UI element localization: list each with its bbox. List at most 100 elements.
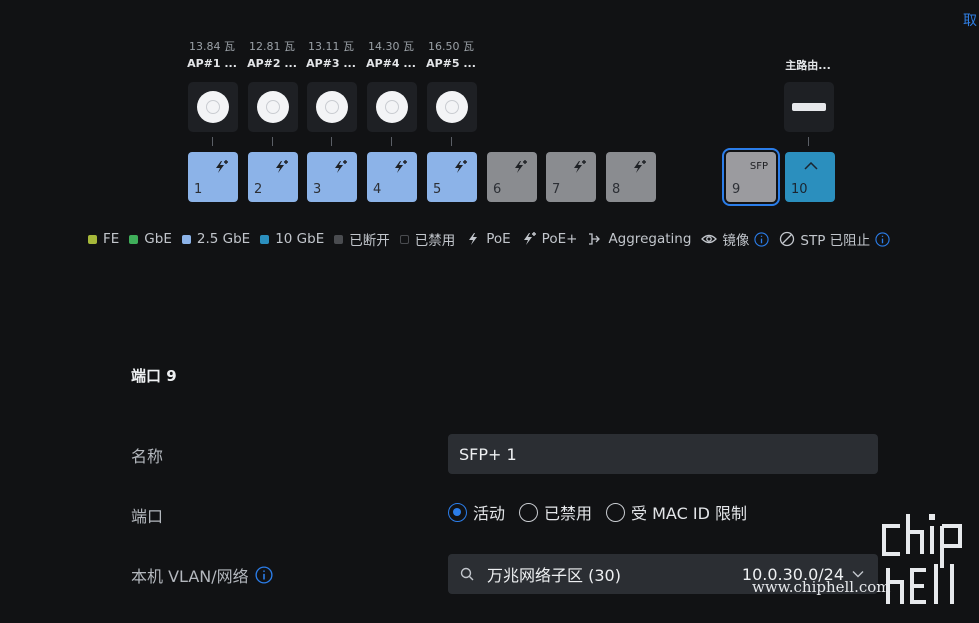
port-number: 7: [552, 182, 561, 197]
port-1[interactable]: 1: [188, 152, 238, 202]
link-line: [212, 137, 213, 146]
ap5-power: 16.50 瓦: [428, 40, 474, 53]
port-10-uplink[interactable]: 10: [785, 152, 835, 202]
access-point-icon: [436, 91, 468, 123]
port-7[interactable]: 7: [546, 152, 596, 202]
vlan-label: 本机 VLAN/网络: [131, 563, 273, 587]
legend-disconnected: 已断开: [334, 229, 390, 249]
legend-stp-blocked: STP 已阻止: [779, 229, 890, 249]
gbe-swatch: [129, 234, 139, 244]
radio-circle: [519, 502, 539, 522]
ap5-device[interactable]: [427, 82, 477, 132]
ap2-power: 12.81 瓦: [249, 40, 295, 53]
legend-poe: PoE: [465, 231, 511, 247]
link-line: [451, 137, 452, 146]
access-point-icon: [197, 91, 229, 123]
ap2-device[interactable]: [248, 82, 298, 132]
access-point-icon: [376, 91, 408, 123]
blocked-icon: [780, 231, 795, 247]
radio-active[interactable]: 活动: [448, 500, 505, 524]
access-point-icon: [316, 91, 348, 123]
port-settings-title: 端口 9: [131, 367, 177, 385]
fe-swatch: [88, 234, 97, 244]
poe-plus-icon: [395, 160, 407, 173]
legend-fe: FE: [88, 231, 119, 247]
ap5-name: AP#5 ...: [426, 57, 476, 70]
legend-disabled: 已禁用: [399, 229, 455, 249]
port-2[interactable]: 2: [248, 152, 298, 202]
ap1-name: AP#1 ...: [187, 57, 237, 70]
port-number: 4: [373, 182, 382, 197]
info-icon[interactable]: [255, 566, 273, 584]
port-number: 1: [194, 182, 203, 197]
port-state-radio-group: 活动 已禁用 受 MAC ID 限制: [448, 500, 761, 524]
sfp-label: SFP: [749, 161, 768, 172]
poe-icon: [469, 233, 478, 245]
legend-10gbe: 10 GbE: [260, 231, 324, 247]
aggregating-icon: [589, 233, 601, 245]
ap2-name: AP#2 ...: [247, 57, 297, 70]
port-8[interactable]: 8: [606, 152, 656, 202]
name-label: 名称: [131, 447, 164, 466]
legend-mirror: 镜像: [701, 229, 770, 249]
legend-2-5gbe: 2.5 GbE: [181, 231, 250, 247]
10gbe-swatch: [260, 234, 270, 244]
poe-plus-icon: [574, 160, 586, 173]
vlan-network-name: 万兆网络子区 (30): [487, 566, 621, 585]
poe-plus-icon: [523, 232, 536, 245]
ap3-name: AP#3 ...: [306, 57, 356, 70]
ap3-power: 13.11 瓦: [308, 40, 354, 53]
disconnected-swatch: [334, 234, 344, 244]
port-6[interactable]: 6: [487, 152, 537, 202]
chiphell-logo: [882, 514, 962, 604]
radio-circle: [448, 502, 467, 522]
port-number: 9: [732, 182, 741, 197]
port-number: 2: [254, 182, 263, 197]
cancel-link[interactable]: 取: [963, 10, 977, 30]
poe-plus-icon: [455, 160, 467, 173]
search-icon: [460, 567, 474, 581]
port-3[interactable]: 3: [307, 152, 357, 202]
poe-plus-icon: [335, 160, 347, 173]
link-line: [331, 137, 332, 146]
chevron-down-icon: [852, 571, 864, 578]
port-label: 端口: [131, 507, 164, 526]
port-name-field[interactable]: SFP+ 1: [448, 434, 878, 474]
legend-poe-plus: PoE+: [521, 231, 577, 247]
ap4-name: AP#4 ...: [366, 57, 416, 70]
port-number: 10: [791, 182, 808, 197]
poe-plus-icon: [276, 160, 288, 173]
router-icon: [792, 103, 826, 111]
radio-disabled[interactable]: 已禁用: [519, 500, 592, 524]
router-name: 主路由...: [785, 59, 831, 72]
watermark-url: www.chiphell.com: [752, 578, 891, 596]
ap1-device[interactable]: [188, 82, 238, 132]
port-4[interactable]: 4: [367, 152, 417, 202]
poe-plus-icon: [634, 160, 646, 173]
port-number: 6: [493, 182, 502, 197]
link-line: [391, 137, 392, 146]
2-5gbe-swatch: [181, 234, 191, 244]
port-5[interactable]: 5: [427, 152, 477, 202]
link-line: [272, 137, 273, 146]
ap3-device[interactable]: [307, 82, 357, 132]
radio-mac-restricted[interactable]: 受 MAC ID 限制: [606, 500, 747, 524]
radio-circle: [606, 502, 626, 522]
poe-plus-icon: [216, 160, 228, 173]
port-number: 8: [612, 182, 621, 197]
poe-plus-icon: [515, 160, 527, 173]
router-device[interactable]: [784, 82, 834, 132]
info-icon[interactable]: [754, 231, 770, 247]
port-legend: FE GbE 2.5 GbE 10 GbE 已断开 已禁用 PoE PoE+ A…: [88, 229, 900, 249]
ap4-device[interactable]: [367, 82, 417, 132]
port-9-sfp[interactable]: SFP 9: [722, 148, 780, 206]
info-icon[interactable]: [875, 231, 890, 247]
legend-aggregating: Aggregating: [587, 231, 691, 247]
ap1-power: 13.84 瓦: [189, 40, 235, 53]
port-number: 5: [433, 182, 442, 197]
access-point-icon: [257, 91, 289, 123]
uplink-icon: [804, 162, 818, 170]
disabled-swatch: [399, 234, 409, 244]
ap4-power: 14.30 瓦: [368, 40, 414, 53]
legend-gbe: GbE: [129, 231, 172, 247]
